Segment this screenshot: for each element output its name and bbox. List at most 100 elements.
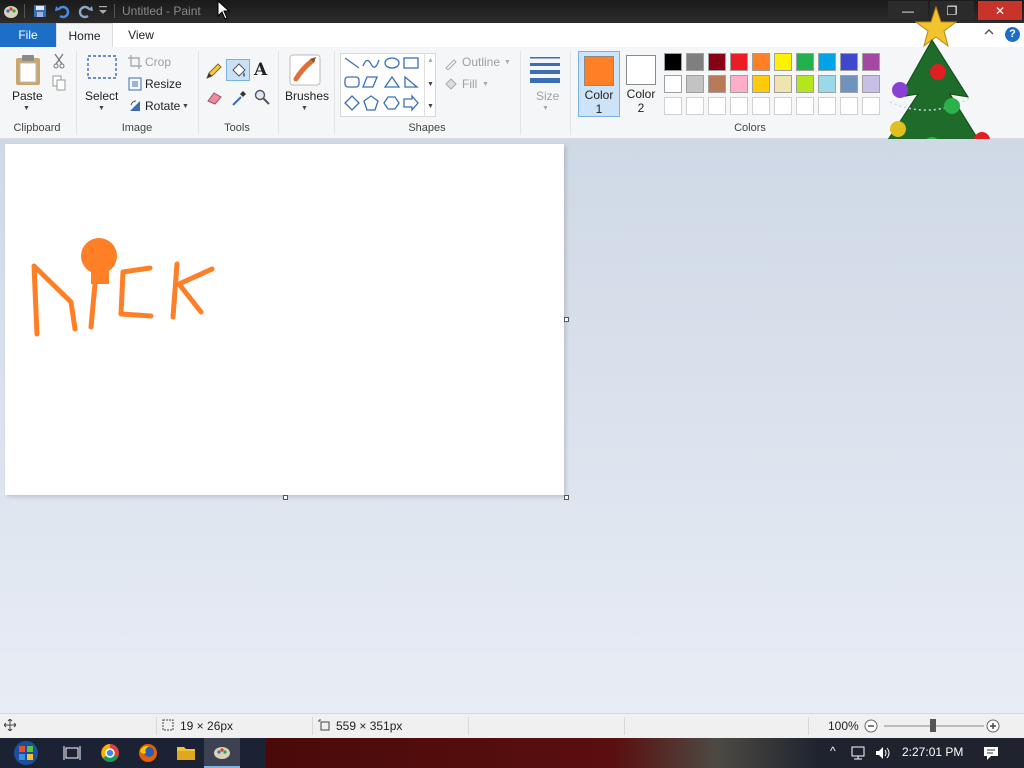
tab-file[interactable]: File [0,23,56,47]
palette-color-swatch[interactable] [796,53,814,71]
nick-drawing [31,238,215,337]
custom-color-slot[interactable] [730,97,748,115]
outline-icon[interactable] [444,56,458,73]
resize-handle-bottom[interactable] [283,495,288,500]
shapes-icon [344,57,419,112]
palette-color-swatch[interactable] [752,53,770,71]
outline-button[interactable]: Outline [462,55,500,69]
chevron-down-icon: ▼ [98,105,105,112]
taskbar-file-explorer[interactable] [168,738,204,768]
palette-color-swatch[interactable] [796,75,814,93]
fill-icon[interactable] [444,77,458,94]
volume-icon[interactable] [874,745,892,764]
color2-word: Color [626,87,656,101]
color2-swatch [626,55,656,85]
palette-color-swatch[interactable] [774,75,792,93]
palette-color-swatch[interactable] [818,53,836,71]
custom-color-slot[interactable] [752,97,770,115]
shapes-scroll[interactable]: ▲ ▼ ▼ [424,53,436,117]
tab-view[interactable]: View [113,23,169,47]
rotate-button[interactable]: Rotate [145,99,180,113]
tab-home[interactable]: Home [56,23,113,47]
magnifier-icon[interactable] [254,89,270,108]
resize-handle-right[interactable] [564,317,569,322]
color1-word: Color [584,88,614,102]
zoom-out-icon[interactable] [864,719,878,736]
shapes-gallery[interactable] [340,53,436,117]
palette-color-swatch[interactable] [774,53,792,71]
chevron-down-icon: ▼ [542,105,549,112]
taskbar-paint[interactable] [204,738,240,768]
rotate-icon[interactable] [128,99,142,116]
paint-taskbar-icon [214,747,230,759]
palette-color-swatch[interactable] [686,75,704,93]
palette-color-swatch[interactable] [708,75,726,93]
copy-icon[interactable] [52,75,66,94]
task-view-button[interactable] [54,738,90,768]
zoom-in-icon[interactable] [986,719,1000,736]
clipboard-group-label: Clipboard [13,122,61,134]
palette-color-swatch[interactable] [686,53,704,71]
action-center-icon[interactable] [982,745,1000,764]
zoom-level: 100% [828,719,859,733]
chevron-down-icon: ▼ [504,59,511,66]
color1-button[interactable]: Color 1 [578,51,620,117]
customize-qat-icon[interactable] [98,4,108,22]
pencil-icon[interactable] [205,62,223,83]
tray-overflow-chevron[interactable]: ^ [830,744,836,758]
fill-with-color-icon[interactable] [226,59,250,81]
task-view-icon [63,746,81,760]
size-button[interactable]: Size ▼ [526,53,564,115]
resize-icon[interactable] [128,77,142,94]
palette-color-swatch[interactable] [730,75,748,93]
palette-color-swatch[interactable] [752,75,770,93]
redo-icon[interactable] [76,2,94,20]
brushes-button[interactable]: Brushes ▼ [283,53,329,115]
palette-color-swatch[interactable] [708,53,726,71]
custom-color-slot[interactable] [664,97,682,115]
zoom-slider-thumb[interactable] [930,719,936,732]
start-button[interactable] [4,738,48,768]
crop-button[interactable]: Crop [145,55,171,69]
custom-color-slot[interactable] [708,97,726,115]
fill-button[interactable]: Fill [462,77,477,91]
color2-button[interactable]: Color 2 [620,51,662,117]
taskbar-chrome[interactable] [92,738,128,768]
custom-color-slot[interactable] [774,97,792,115]
network-icon[interactable] [850,745,868,764]
tools-group-label: Tools [224,122,250,134]
custom-color-slot[interactable] [796,97,814,115]
taskbar-clock[interactable]: 2:27:01 PM [902,745,963,759]
paint-app-icon[interactable] [2,2,20,20]
undo-icon[interactable] [54,2,72,20]
paste-button[interactable]: Paste ▼ [8,53,48,115]
line-size-icon [530,57,560,83]
chevron-down-icon: ▼ [182,103,189,110]
cursor-position-icon [3,718,17,734]
palette-color-swatch[interactable] [664,53,682,71]
custom-color-slot[interactable] [686,97,704,115]
windows-logo-icon [14,741,38,765]
selection-size: 19 × 26px [180,719,234,733]
resize-button[interactable]: Resize [145,77,182,91]
taskbar-firefox[interactable] [130,738,166,768]
save-icon[interactable] [32,2,48,20]
clipboard-icon [16,55,40,85]
color1-swatch [584,56,614,86]
text-tool-icon[interactable]: A [254,60,267,80]
select-button[interactable]: Select ▼ [83,53,121,115]
palette-color-swatch[interactable] [730,53,748,71]
color-picker-icon[interactable] [230,89,248,110]
cut-icon[interactable] [52,53,66,72]
crop-icon[interactable] [128,55,142,72]
eraser-icon[interactable] [205,89,223,108]
palette-color-swatch[interactable] [664,75,682,93]
palette-color-swatch[interactable] [818,75,836,93]
chevron-down-icon: ▼ [23,105,30,112]
chrome-icon [101,744,119,762]
drawing-canvas[interactable] [5,144,564,495]
resize-handle-corner[interactable] [564,495,569,500]
colors-group-label: Colors [734,122,766,134]
firefox-icon [139,744,157,762]
custom-color-slot[interactable] [818,97,836,115]
